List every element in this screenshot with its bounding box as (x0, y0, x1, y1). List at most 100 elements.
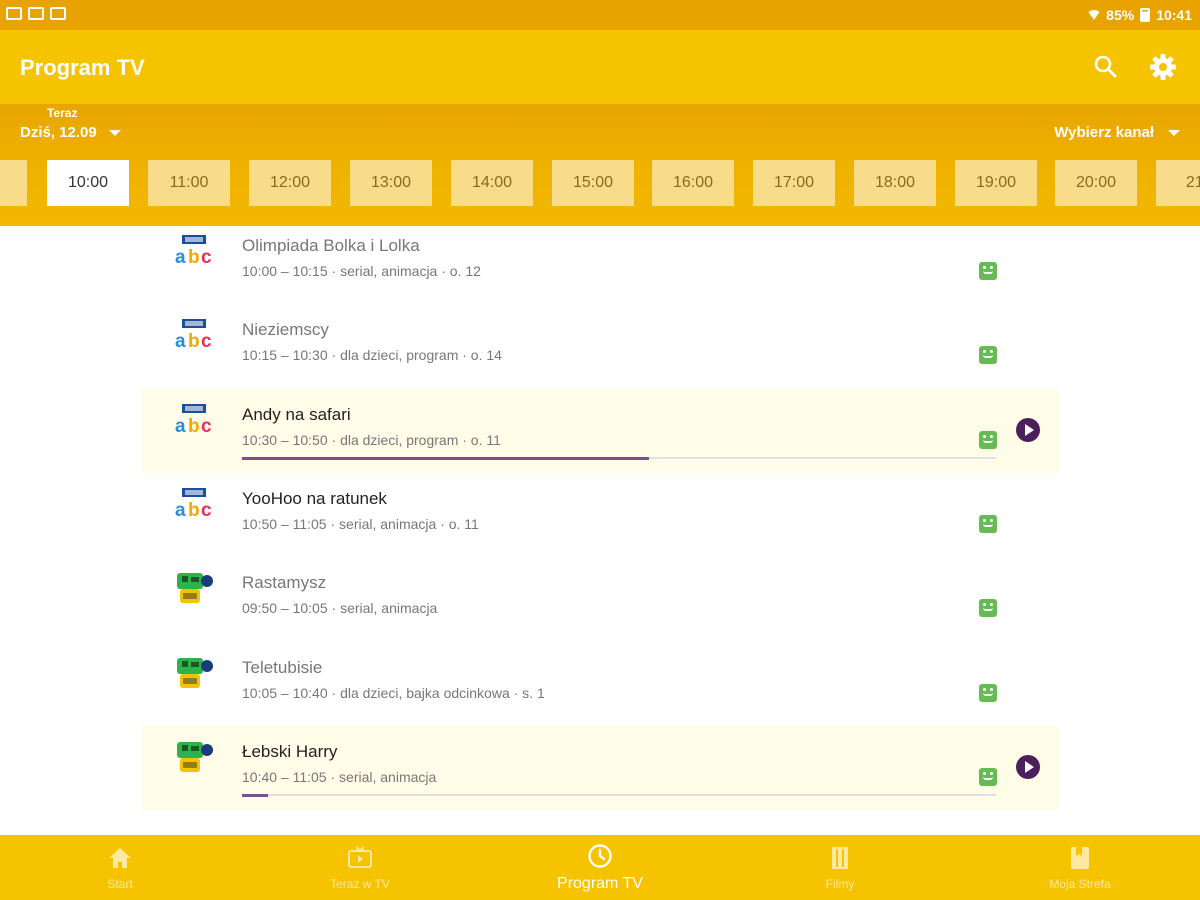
program-row[interactable]: Łebski Harry 10:40 – 11:05 · serial, anim… (142, 725, 1060, 810)
svg-text:c: c (201, 247, 212, 268)
kids-rating-icon (979, 599, 997, 618)
program-title: Teletubisie (242, 657, 323, 677)
app-bar: Program TV (0, 30, 1200, 104)
battery-icon (1140, 8, 1151, 22)
progress-bar (242, 793, 996, 797)
status-bar: 85% 10:41 (0, 0, 1200, 30)
tv-icon (347, 845, 373, 871)
date-dropdown[interactable]: Dziś, 12.09 (20, 124, 121, 141)
svg-text:c: c (201, 416, 212, 437)
kids-rating-icon (979, 346, 997, 365)
home-icon (107, 845, 133, 871)
time-slot[interactable]: 20:00 (1055, 160, 1137, 206)
battery-percent: 85% (1106, 7, 1135, 23)
program-title: Andy na safari (242, 404, 351, 424)
time-slot[interactable]: 19:00 (955, 160, 1037, 206)
svg-text:a: a (175, 331, 186, 352)
nav-item-moja-strefa[interactable]: Moja Strefa (960, 835, 1200, 900)
program-meta: 10:30 – 10:50 · dla dzieci, program · o.… (242, 431, 501, 448)
svg-text:b: b (188, 500, 200, 521)
program-row[interactable]: a b c Andy na safari 10:30 – 10:50 · dla dzi… (142, 388, 1060, 473)
time-slot[interactable]: 11:00 (148, 160, 230, 206)
program-meta: 10:15 – 10:30 · dla dzieci, program · o.… (242, 347, 502, 364)
kids-rating-icon (979, 262, 997, 280)
nav-label: Teraz w TV (330, 876, 390, 891)
nav-label: Moja Strefa (1049, 876, 1111, 891)
notification-icons (6, 7, 66, 20)
filter-bar: Dziś, 12.09 Wybierz kanał 0 10:00 11:00 12:… (0, 104, 1200, 226)
program-row[interactable]: a b c Olimpiada Bolka i Lolka 10:00 – 10:15 … (142, 226, 1060, 304)
tvp-abc-logo: abc (174, 318, 214, 352)
gear-icon[interactable] (1148, 52, 1178, 82)
svg-text:b: b (188, 247, 200, 268)
program-title: YooHoo na ratunek (242, 488, 387, 508)
app-notification-icon (50, 7, 66, 20)
chevron-down-icon (1168, 129, 1180, 136)
time-slot[interactable]: 21: (1156, 160, 1200, 206)
program-meta: 09:50 – 10:05 · serial, animacja (242, 600, 438, 617)
program-meta: 10:40 – 11:05 · serial, animacja (242, 768, 437, 785)
page-title: Program TV (20, 55, 145, 80)
program-meta: 10:05 – 10:40 · dla dzieci, bajka odcink… (242, 684, 545, 701)
time-slot[interactable]: 0 (0, 160, 27, 206)
channel-dropdown[interactable]: Wybierz kanał (1054, 124, 1180, 141)
svg-text:a: a (175, 247, 186, 268)
search-icon[interactable] (1092, 53, 1120, 81)
time-slot[interactable]: 17:00 (753, 160, 835, 206)
tvp-abc-logo: abc (174, 487, 214, 521)
nav-item-teraz-w-tv[interactable]: Teraz w TV (240, 835, 480, 900)
play-icon[interactable] (1016, 417, 1040, 442)
program-title: Olimpiada Bolka i Lolka (242, 236, 420, 255)
image-notification-icon (6, 7, 22, 20)
date-label: Dziś, 12.09 (20, 124, 97, 141)
nav-label: Start (107, 876, 133, 891)
nav-item-filmy[interactable]: Filmy (720, 835, 960, 900)
time-slot[interactable]: 10:00 (47, 160, 129, 206)
program-row[interactable]: a b c YooHoo na ratunek 10:50 – 11:05 · seri… (142, 473, 1060, 557)
program-meta: 10:00 – 10:15 · serial, animacja · o. 12 (242, 263, 481, 279)
program-title: Rastamysz (242, 573, 327, 593)
clock-time: 10:41 (1156, 7, 1192, 23)
program-row[interactable]: Rastamysz 09:50 – 10:05 · serial, animacj… (142, 557, 1060, 641)
svg-text:b: b (188, 331, 200, 352)
chevron-down-icon (108, 129, 121, 136)
nav-item-start[interactable]: Start (0, 835, 240, 900)
time-slot[interactable]: 14:00 (451, 160, 533, 206)
kids-rating-icon (979, 767, 997, 786)
nav-label: Filmy (825, 876, 855, 891)
status-right: 85% 10:41 (1088, 7, 1192, 23)
program-meta: 10:50 – 11:05 · serial, animacja · o. 11 (242, 515, 479, 532)
bookmark-icon (1067, 845, 1093, 871)
tvp-abc-logo: abc (174, 234, 214, 268)
svg-text:b: b (188, 416, 200, 437)
play-icon[interactable] (1016, 754, 1040, 779)
film-icon (827, 845, 853, 871)
svg-text:c: c (201, 331, 212, 352)
svg-text:a: a (175, 416, 186, 437)
svg-text:a: a (175, 500, 186, 521)
time-slot[interactable]: 12:00 (249, 160, 331, 206)
program-list[interactable]: a b c Olimpiada Bolka i Lolka 10:00 – 10:15 … (0, 226, 1200, 836)
clock-icon (587, 843, 613, 869)
svg-text:c: c (201, 500, 212, 521)
time-slot[interactable]: 18:00 (854, 160, 936, 206)
minimini-logo (174, 656, 214, 690)
program-title: Nieziemscy (242, 320, 329, 340)
time-slot[interactable]: 15:00 (552, 160, 634, 206)
kids-rating-icon (979, 683, 997, 702)
bottom-navigation: Start Teraz w TV Program TV Filmy Moja Stref… (0, 835, 1200, 900)
program-row[interactable]: a b c Nieziemscy 10:15 – 10:30 · dla dzieci,… (142, 304, 1060, 388)
mail-notification-icon (28, 7, 44, 20)
time-slot[interactable]: 13:00 (350, 160, 432, 206)
time-slot-strip[interactable]: 0 10:00 11:00 12:00 13:00 14:00 15:00 16:00 17:0… (0, 160, 1200, 208)
nav-item-program-tv[interactable]: Program TV (480, 835, 720, 900)
minimini-logo (174, 740, 214, 774)
kids-rating-icon (979, 514, 997, 533)
tvp-abc-logo: abc (174, 403, 214, 437)
nav-label: Program TV (557, 874, 643, 892)
wifi-icon (1088, 10, 1100, 20)
now-label: Teraz (47, 106, 78, 120)
time-slot[interactable]: 16:00 (652, 160, 734, 206)
program-row[interactable]: Teletubisie 10:05 – 10:40 · dla dzieci, b… (142, 642, 1060, 726)
minimini-logo (174, 571, 214, 605)
